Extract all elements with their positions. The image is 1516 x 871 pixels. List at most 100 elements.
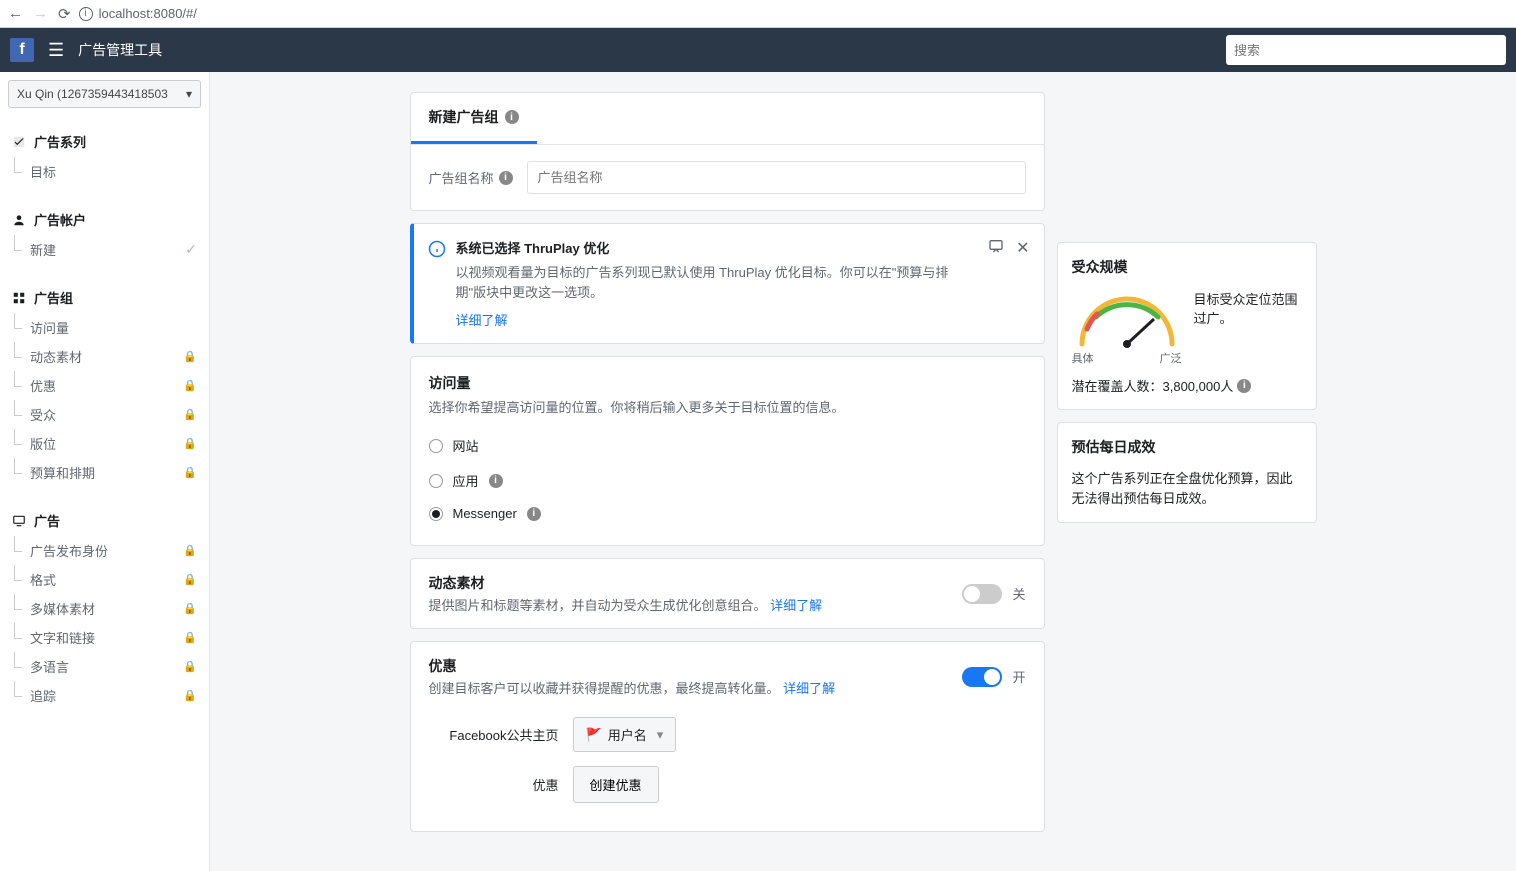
feedback-icon[interactable] bbox=[988, 238, 1004, 257]
browser-nav: ← → ⟳ bbox=[8, 5, 71, 23]
sidebar-item[interactable]: 优惠 🔒 bbox=[0, 371, 209, 400]
sidebar-item[interactable]: 预算和排期🔒 bbox=[0, 458, 209, 487]
traffic-option-label: 网站 bbox=[453, 436, 479, 455]
sidebar-group-title[interactable]: 广告 bbox=[0, 505, 209, 536]
info-icon[interactable]: i bbox=[527, 507, 541, 521]
url-bar[interactable]: i localhost:8080/#/ bbox=[79, 6, 1508, 21]
browser-chrome: ← → ⟳ i localhost:8080/#/ bbox=[0, 0, 1516, 28]
lock-icon: 🔒 bbox=[183, 379, 197, 392]
sidebar-item[interactable]: 版位 🔒 bbox=[0, 429, 209, 458]
main-content: 新建广告组 i 广告组名称 i 系统已选择 T bbox=[210, 72, 1516, 871]
dynamic-creative-learn-link[interactable]: 详细了解 bbox=[770, 598, 822, 613]
sidebar-group-title[interactable]: 广告组 bbox=[0, 282, 209, 313]
audience-gauge: 具体 广泛 bbox=[1072, 289, 1182, 366]
user-icon bbox=[12, 213, 26, 227]
traffic-option-label: Messenger bbox=[453, 506, 517, 521]
sidebar-item[interactable]: 目标 bbox=[0, 157, 209, 186]
sidebar-item[interactable]: 广告发布身份🔒 bbox=[0, 536, 209, 565]
info-banner-title: 系统已选择 ThruPlay 优化 bbox=[456, 238, 979, 257]
fb-page-select[interactable]: 🚩 用户名 ▾ bbox=[573, 717, 677, 752]
toggle-state-label: 开 bbox=[1012, 667, 1025, 686]
screen-icon bbox=[12, 514, 26, 528]
search-input[interactable] bbox=[1234, 43, 1498, 58]
fb-page-row: Facebook公共主页 🚩 用户名 ▾ bbox=[429, 717, 1026, 752]
check-icon: ✓ bbox=[185, 241, 197, 258]
info-icon[interactable]: i bbox=[505, 110, 519, 124]
sidebar-group-title[interactable]: 广告系列 bbox=[0, 126, 209, 157]
close-icon[interactable]: ✕ bbox=[1016, 238, 1029, 258]
facebook-logo[interactable]: f bbox=[10, 38, 34, 62]
offer-learn-link[interactable]: 详细了解 bbox=[783, 681, 835, 696]
sidebar-item-label: 动态素材 bbox=[30, 347, 82, 366]
dynamic-creative-desc: 提供图片和标题等素材，并自动为受众生成优化创意组合。 详细了解 bbox=[429, 595, 963, 614]
reload-icon[interactable]: ⟳ bbox=[58, 5, 71, 23]
sidebar-item-label: 广告发布身份 bbox=[30, 541, 108, 560]
lock-icon: 🔒 bbox=[183, 350, 197, 363]
info-icon[interactable]: i bbox=[1237, 379, 1251, 393]
toggle-pill[interactable] bbox=[962, 667, 1002, 687]
info-icon[interactable]: i bbox=[499, 171, 513, 185]
site-info-icon[interactable]: i bbox=[79, 7, 93, 21]
sidebar-item-label: 目标 bbox=[30, 162, 56, 181]
sidebar-item[interactable]: 多语言🔒 bbox=[0, 652, 209, 681]
radio-icon[interactable] bbox=[429, 439, 443, 453]
offer-desc: 创建目标客户可以收藏并获得提醒的优惠，最终提高转化量。 详细了解 bbox=[429, 678, 963, 697]
url-text: localhost:8080/#/ bbox=[99, 6, 197, 21]
tab-new-ad-set[interactable]: 新建广告组 i bbox=[411, 93, 537, 144]
traffic-title: 访问量 bbox=[429, 373, 1026, 393]
sidebar-item-label: 新建 bbox=[30, 240, 56, 259]
audience-size-card: 受众规模 具体 广泛 bbox=[1057, 242, 1317, 410]
sidebar-item[interactable]: 多媒体素材🔒 bbox=[0, 594, 209, 623]
chevron-down-icon: ▾ bbox=[657, 727, 664, 743]
sidebar-group: 广告帐户新建 ✓ bbox=[0, 204, 209, 264]
top-header: f ☰ 广告管理工具 bbox=[0, 28, 1516, 72]
page-title: 广告管理工具 bbox=[78, 40, 162, 60]
toggle-state-label: 关 bbox=[1012, 584, 1025, 603]
offer-toggle[interactable]: 开 bbox=[962, 667, 1025, 687]
back-icon[interactable]: ← bbox=[8, 5, 23, 23]
sidebar-item[interactable]: 追踪🔒 bbox=[0, 681, 209, 710]
toggle-pill[interactable] bbox=[962, 584, 1002, 604]
lock-icon: 🔒 bbox=[183, 631, 197, 644]
chevron-down-icon: ▾ bbox=[186, 87, 192, 101]
sidebar-item[interactable]: 格式🔒 bbox=[0, 565, 209, 594]
lock-icon: 🔒 bbox=[183, 573, 197, 586]
traffic-option[interactable]: 网站 bbox=[429, 428, 1026, 463]
info-icon[interactable]: i bbox=[489, 474, 503, 488]
search-box[interactable] bbox=[1226, 35, 1506, 65]
traffic-option[interactable]: 应用 i bbox=[429, 463, 1026, 498]
dynamic-creative-section: 动态素材 提供图片和标题等素材，并自动为受众生成优化创意组合。 详细了解 关 bbox=[410, 558, 1045, 629]
sidebar-group: 广告系列目标 bbox=[0, 126, 209, 186]
sidebar-item-label: 版位 bbox=[30, 434, 56, 453]
sidebar-group-title[interactable]: 广告帐户 bbox=[0, 204, 209, 235]
sidebar-item-label: 受众 bbox=[30, 405, 56, 424]
sidebar-item[interactable]: 文字和链接🔒 bbox=[0, 623, 209, 652]
sidebar-item[interactable]: 访问量 bbox=[0, 313, 209, 342]
sidebar-item[interactable]: 动态素材 🔒 bbox=[0, 342, 209, 371]
audience-size-title: 受众规模 bbox=[1072, 257, 1302, 277]
info-banner-actions: ✕ bbox=[988, 238, 1029, 329]
traffic-option[interactable]: Messenger i bbox=[429, 498, 1026, 529]
radio-icon[interactable] bbox=[429, 507, 443, 521]
menu-icon[interactable]: ☰ bbox=[48, 40, 64, 61]
sidebar-item-label: 多语言 bbox=[30, 657, 69, 676]
offer-form: Facebook公共主页 🚩 用户名 ▾ 优惠 创建优惠 bbox=[429, 717, 1026, 803]
lock-icon: 🔒 bbox=[183, 437, 197, 450]
sidebar-item-label: 多媒体素材 bbox=[30, 599, 95, 618]
create-offer-button[interactable]: 创建优惠 bbox=[573, 766, 659, 803]
sidebar-item[interactable]: 新建 ✓ bbox=[0, 235, 209, 264]
radio-icon[interactable] bbox=[429, 474, 443, 488]
account-selector[interactable]: Xu Qin (1267359443418503 ▾ bbox=[8, 80, 201, 108]
forward-icon[interactable]: → bbox=[33, 5, 48, 23]
grid-icon bbox=[12, 291, 26, 305]
dynamic-creative-title: 动态素材 bbox=[429, 573, 963, 593]
sidebar-item[interactable]: 受众🔒 bbox=[0, 400, 209, 429]
info-banner-link[interactable]: 详细了解 bbox=[456, 310, 508, 329]
traffic-desc: 选择你希望提高访问量的位置。你将稍后输入更多关于目标位置的信息。 bbox=[429, 397, 1026, 416]
flag-icon: 🚩 bbox=[586, 727, 602, 743]
ad-set-name-input[interactable] bbox=[527, 161, 1026, 194]
sidebar-item-label: 优惠 bbox=[30, 376, 56, 395]
daily-results-card: 预估每日成效 这个广告系列正在全盘优化预算，因此无法得出预估每日成效。 bbox=[1057, 422, 1317, 523]
ad-set-name-row: 广告组名称 i bbox=[411, 145, 1044, 210]
dynamic-creative-toggle[interactable]: 关 bbox=[962, 584, 1025, 604]
